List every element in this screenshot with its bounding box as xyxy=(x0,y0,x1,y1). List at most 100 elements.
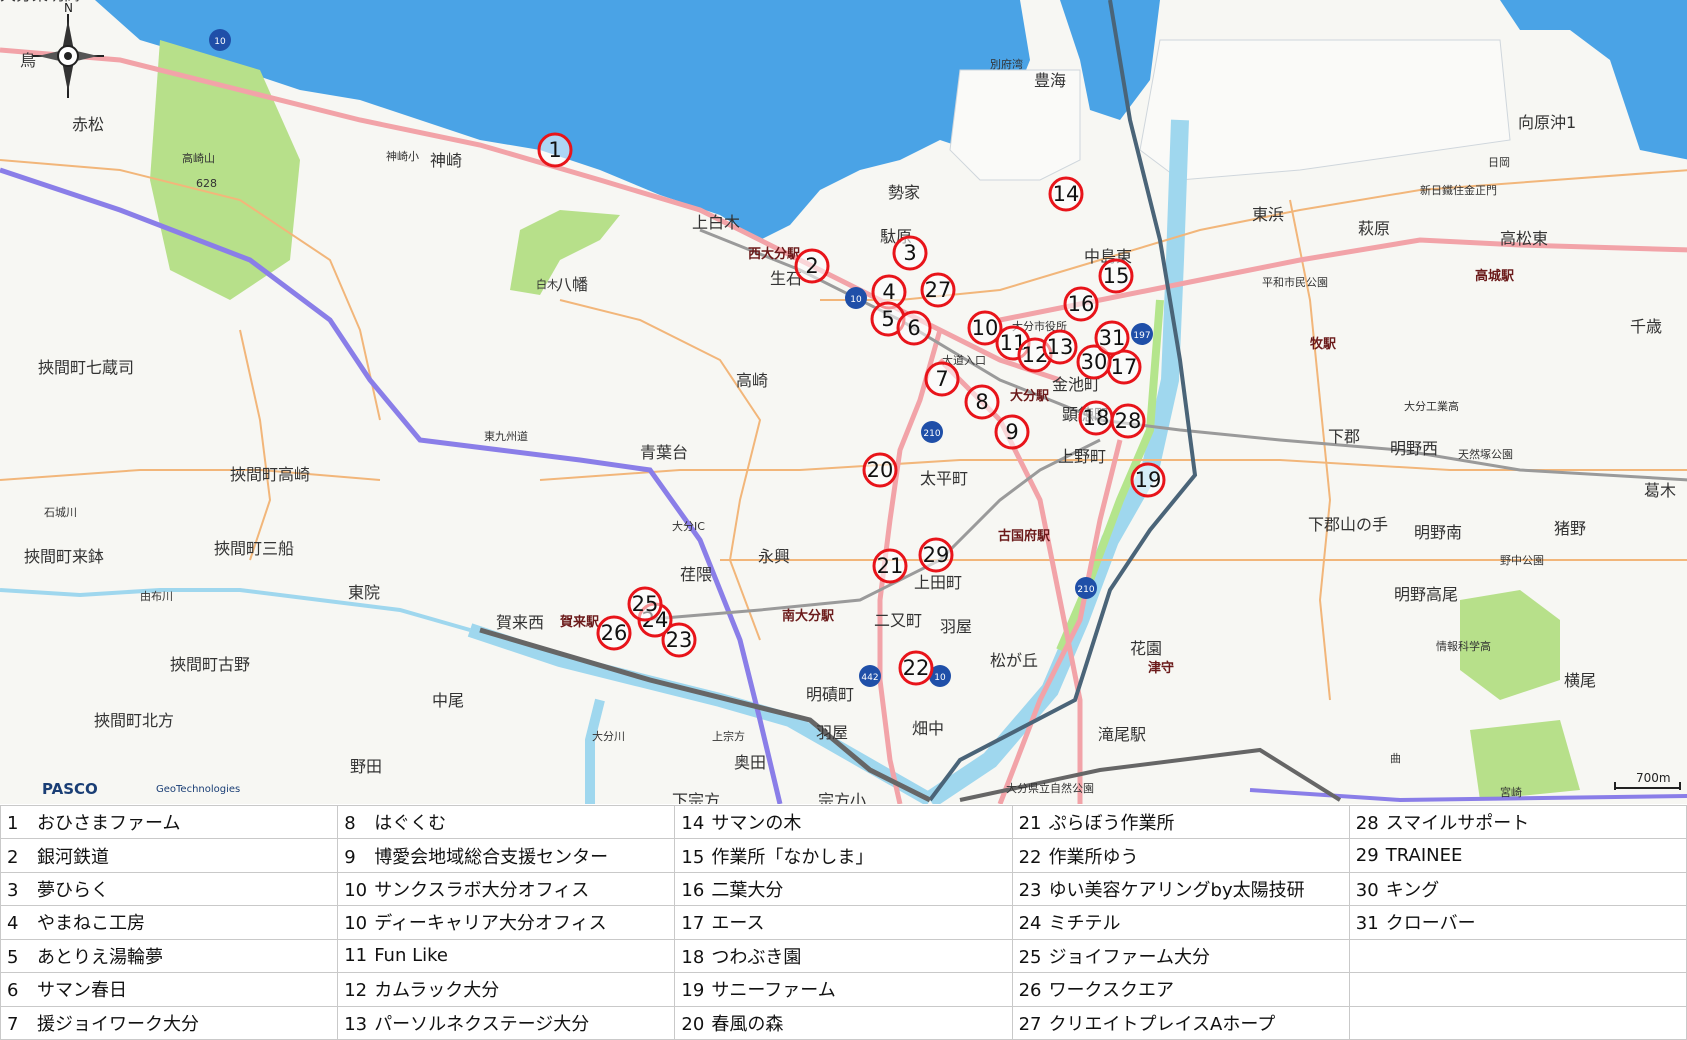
legend-facility-name: 博愛会地域総合支援センター xyxy=(374,846,609,868)
facility-marker[interactable]: 18 xyxy=(1078,400,1114,436)
facility-marker[interactable]: 25 xyxy=(627,586,663,622)
place-label: 赤松 xyxy=(72,115,104,134)
legend-table: 1 おひさまファーム 8 はぐくむ 14 サマンの木 21 ぷらぼう作業所 28 スマイルサポート… xyxy=(0,804,1687,1040)
place-label: 永興 xyxy=(758,547,790,566)
legend-number: 2 xyxy=(7,846,19,868)
legend-facility-name: 援ジョイワーク大分 xyxy=(37,1013,199,1035)
facility-marker[interactable]: 27 xyxy=(920,272,956,308)
facility-marker[interactable]: 22 xyxy=(898,650,934,686)
legend-cell: 12 カムラック大分 xyxy=(337,972,676,1007)
place-label: 高松東 xyxy=(1500,229,1548,248)
facility-marker[interactable]: 15 xyxy=(1098,258,1134,294)
facility-marker-number: 4 xyxy=(882,280,895,304)
place-label: 萩原 xyxy=(1358,219,1390,238)
place-label: 東浜 xyxy=(1252,205,1284,224)
legend-cell xyxy=(1348,972,1687,1007)
legend-number: 1 xyxy=(7,813,19,835)
legend-number: 24 xyxy=(1018,913,1042,935)
place-label: 大分県立自然公園 xyxy=(1006,781,1094,795)
legend-cell: 10 ディーキャリア大分オフィス xyxy=(337,905,676,940)
legend-cell: 17 エース xyxy=(674,905,1013,940)
facility-marker[interactable]: 1 xyxy=(537,132,573,168)
place-label: 牧駅 xyxy=(1310,336,1337,352)
legend-facility-name: つわぶき園 xyxy=(711,946,802,968)
route-shield-icon: 10 xyxy=(209,29,231,51)
place-label: 向原沖1 xyxy=(1518,113,1576,132)
facility-marker[interactable]: 9 xyxy=(994,414,1030,450)
facility-marker[interactable]: 17 xyxy=(1106,349,1142,385)
facility-marker[interactable]: 20 xyxy=(862,452,898,488)
facility-marker-number: 29 xyxy=(923,543,950,567)
legend-number: 28 xyxy=(1355,813,1379,835)
facility-marker[interactable]: 31 xyxy=(1094,320,1130,356)
place-label: 下宗方 xyxy=(672,791,720,804)
facility-marker-number: 23 xyxy=(666,628,693,652)
map-area[interactable]: N 700m PASCO GeoTechnologies 10 10 197 210 2… xyxy=(0,0,1687,804)
facility-marker-number: 3 xyxy=(903,241,916,265)
facility-marker[interactable]: 6 xyxy=(896,310,932,346)
legend-cell: 15 作業所「なかしま」 xyxy=(674,838,1013,873)
facility-marker[interactable]: 26 xyxy=(596,615,632,651)
legend-facility-name: エース xyxy=(711,913,765,935)
svg-text:197: 197 xyxy=(1133,331,1150,341)
place-label: 天然塚公園 xyxy=(1458,447,1513,461)
facility-marker-number: 13 xyxy=(1047,335,1074,359)
legend-number: 18 xyxy=(681,946,705,968)
place-label: 明野南 xyxy=(1414,523,1462,542)
legend-cell: 7 援ジョイワーク大分 xyxy=(0,1005,339,1040)
facility-marker[interactable]: 8 xyxy=(964,384,1000,420)
route-shield-icon: 442 xyxy=(859,665,881,687)
facility-marker[interactable]: 16 xyxy=(1063,286,1099,322)
facility-marker-number: 31 xyxy=(1099,326,1126,350)
facility-marker[interactable]: 28 xyxy=(1110,403,1146,439)
place-label: 下郡山の手 xyxy=(1308,515,1388,534)
place-label: 神崎 xyxy=(430,151,462,170)
route-shield-icon: 10 xyxy=(845,287,867,309)
legend-cell: 23 ゆい美容ケアリングby太陽技研 xyxy=(1011,871,1350,907)
place-label: 石城川 xyxy=(44,506,77,519)
facility-marker[interactable]: 19 xyxy=(1130,462,1166,498)
credit-pasco: PASCO xyxy=(42,780,98,798)
place-label: 宮崎 xyxy=(1500,785,1522,799)
place-label: 古国府駅 xyxy=(998,528,1051,544)
legend-facility-name: カムラック大分 xyxy=(374,980,500,1002)
legend-cell: 8 はぐくむ xyxy=(337,804,676,840)
scale-bar-label: 700m xyxy=(1636,771,1671,785)
place-label: 明野西 xyxy=(1390,439,1438,458)
legend-facility-name: 作業所ゆう xyxy=(1048,846,1139,868)
place-label: 野中公園 xyxy=(1500,554,1544,567)
route-shield-icon: 210 xyxy=(921,421,943,443)
facility-marker-number: 17 xyxy=(1111,355,1138,379)
facility-marker[interactable]: 29 xyxy=(918,537,954,573)
place-label: 上白木 xyxy=(692,213,740,232)
facility-marker[interactable]: 14 xyxy=(1048,176,1084,212)
legend-facility-name: スマイルサポート xyxy=(1385,813,1530,835)
legend-number: 9 xyxy=(344,846,356,868)
legend-number: 25 xyxy=(1018,946,1042,968)
facility-marker[interactable]: 21 xyxy=(872,548,908,584)
place-label: 勢家 xyxy=(888,183,920,202)
facility-marker[interactable]: 2 xyxy=(794,248,830,284)
place-label: 中尾 xyxy=(432,691,464,710)
place-label: 挾間町高崎 xyxy=(230,465,310,484)
place-label: 628 xyxy=(196,177,217,190)
facility-marker[interactable]: 3 xyxy=(892,235,928,271)
place-label: 千歳 xyxy=(1630,317,1662,336)
legend-number: 10 xyxy=(344,913,368,935)
legend-cell: 20 春風の森 xyxy=(674,1005,1013,1040)
place-label: 荏隈 xyxy=(680,565,712,584)
legend-facility-name: サマンの木 xyxy=(711,813,802,835)
legend-facility-name: 春風の森 xyxy=(711,1013,784,1035)
map-canvas[interactable]: N 700m PASCO GeoTechnologies 10101972102… xyxy=(0,0,1687,804)
legend-number: 11 xyxy=(344,945,368,967)
facility-marker[interactable]: 7 xyxy=(924,361,960,397)
legend-facility-name: はぐくむ xyxy=(374,813,447,835)
facility-marker-number: 28 xyxy=(1115,409,1142,433)
legend-facility-name: ディーキャリア大分オフィス xyxy=(374,913,607,935)
facility-marker[interactable]: 13 xyxy=(1042,329,1078,365)
legend-number: 20 xyxy=(681,1013,705,1035)
legend-cell: 14 サマンの木 xyxy=(674,804,1013,840)
svg-text:210: 210 xyxy=(1077,585,1094,595)
legend-cell: 2 銀河鉄道 xyxy=(0,838,339,873)
facility-marker-number: 2 xyxy=(805,254,818,278)
